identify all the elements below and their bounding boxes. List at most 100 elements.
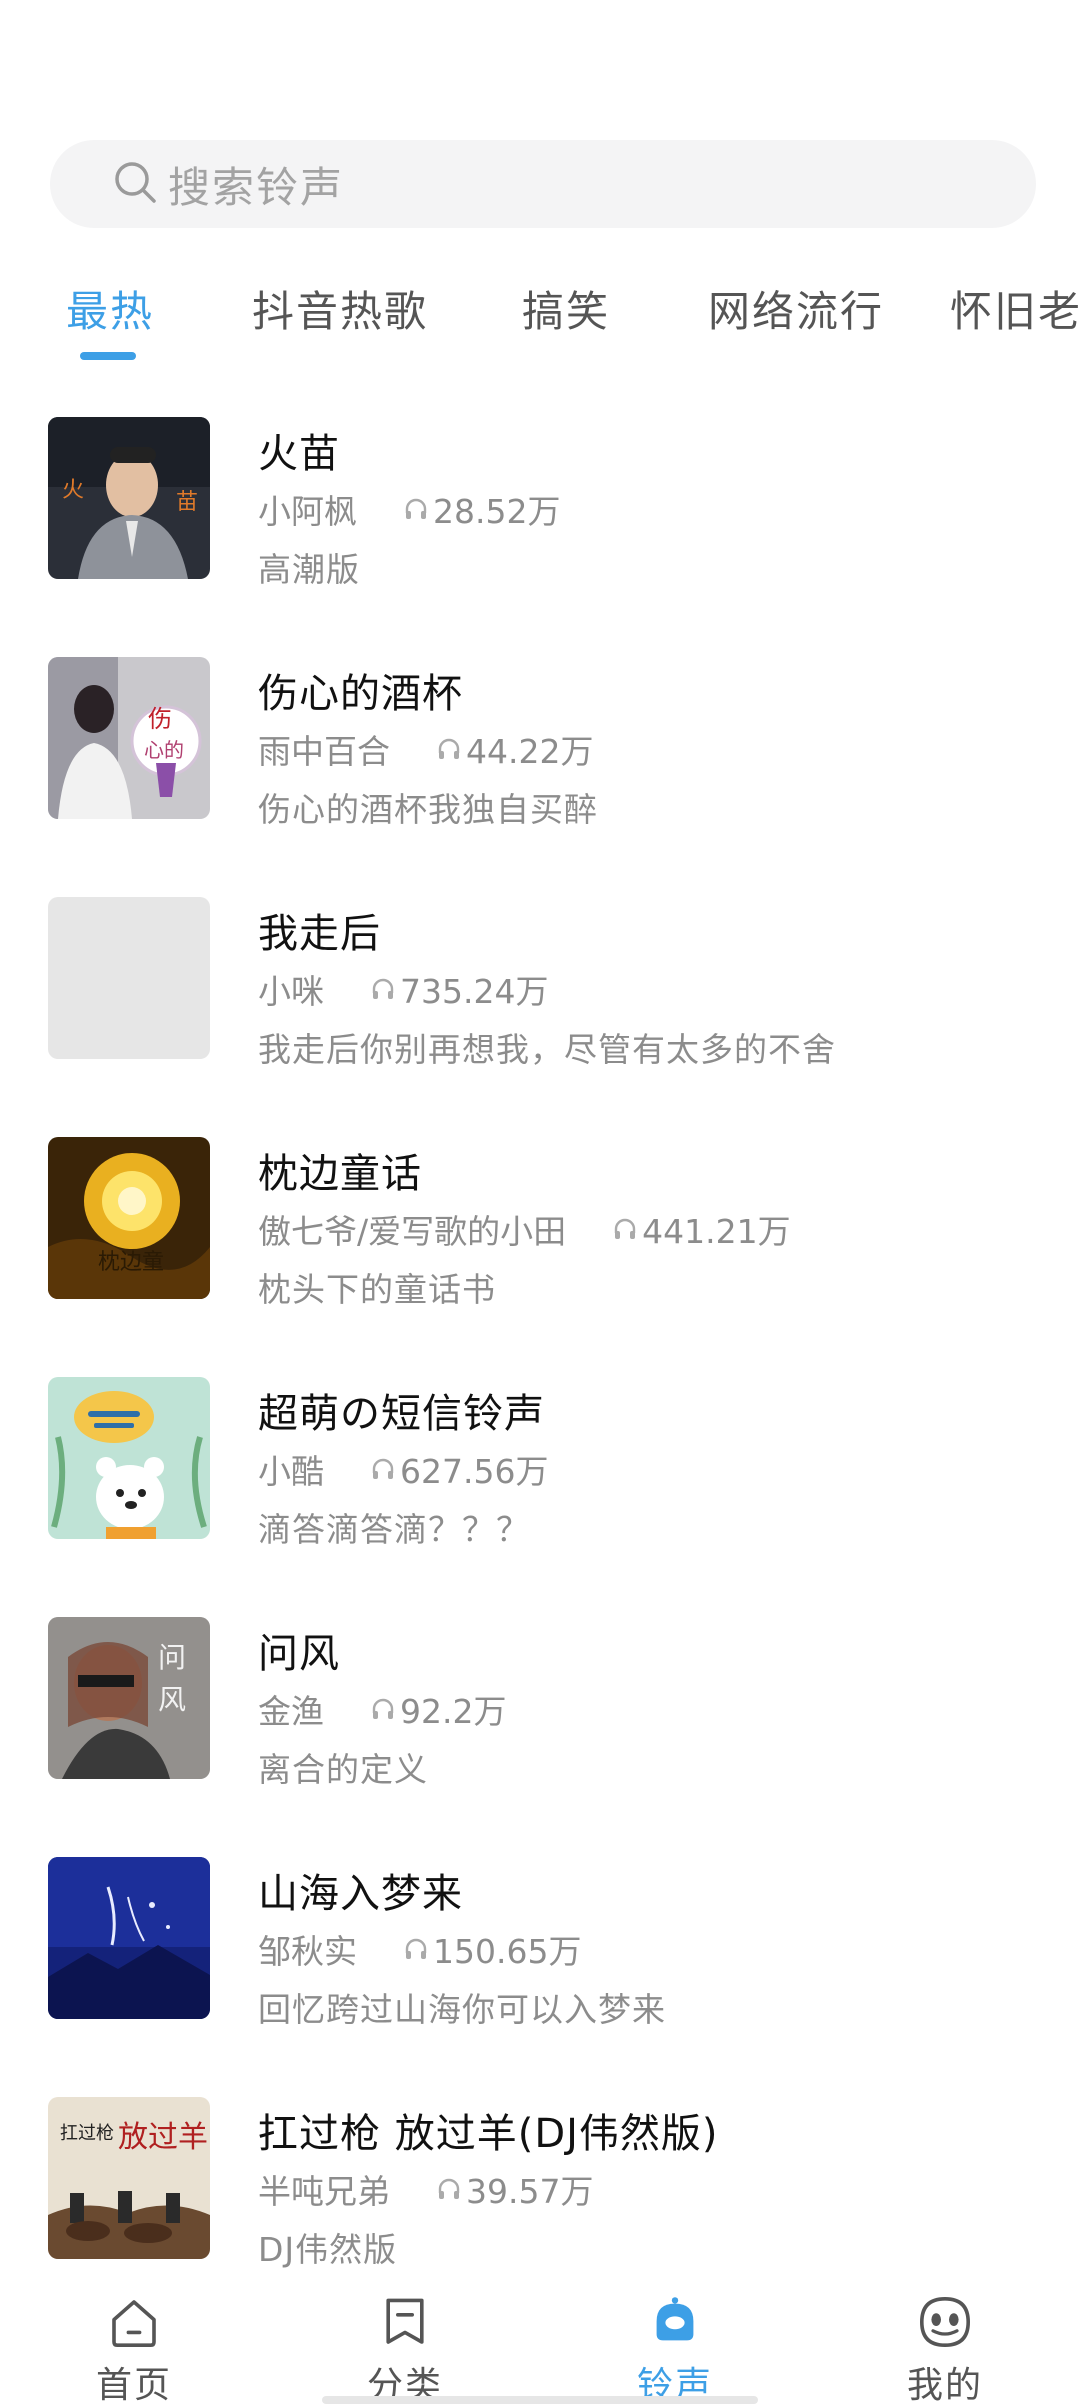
artist-name: 金渔 bbox=[258, 1692, 324, 1731]
play-count: 627.56万 bbox=[370, 1445, 548, 1493]
ringtone-list: 火苗 火苗 小阿枫 28.52万 高潮版 伤心的 伤心的酒杯 雨中百合 44.2… bbox=[0, 415, 1080, 2335]
ringtone-meta: 半吨兄弟 39.57万 bbox=[258, 2165, 593, 2213]
nav-home[interactable]: 首页 bbox=[44, 2272, 224, 2408]
headphones-icon bbox=[405, 498, 427, 519]
play-count-value: 441.21万 bbox=[642, 1212, 791, 1251]
face-icon bbox=[919, 2296, 971, 2348]
ringtone-meta: 小酷 627.56万 bbox=[258, 1445, 548, 1493]
ringtone-description: 回忆跨过山海你可以入梦来 bbox=[258, 1990, 666, 2029]
ringtone-item[interactable]: 火苗 火苗 小阿枫 28.52万 高潮版 bbox=[0, 415, 1080, 655]
ringtone-meta: 邹秋实 150.65万 bbox=[258, 1925, 581, 1973]
play-count: 44.22万 bbox=[436, 725, 593, 773]
ringtone-item[interactable]: 山海入梦来 邹秋实 150.65万 回忆跨过山海你可以入梦来 bbox=[0, 1855, 1080, 2095]
nav-ringtone[interactable]: 铃声 bbox=[585, 2272, 765, 2408]
artist-name: 邹秋实 bbox=[258, 1932, 357, 1971]
ringtone-item[interactable]: 枕边童 枕边童话 傲七爷/爱写歌的小田 441.21万 枕头下的童话书 bbox=[0, 1135, 1080, 1375]
cover-image: 火苗 bbox=[48, 417, 210, 579]
bookmark-icon bbox=[386, 2298, 424, 2344]
cover-image: 问风 bbox=[48, 1617, 210, 1779]
ringtone-title: 枕边童话 bbox=[258, 1151, 422, 1197]
artist-name: 雨中百合 bbox=[258, 732, 390, 771]
nav-category[interactable]: 分类 bbox=[315, 2272, 495, 2408]
cover-image: 枕边童 bbox=[48, 1137, 210, 1299]
cover-image: 伤心的 bbox=[48, 657, 210, 819]
home-icon bbox=[112, 2300, 156, 2347]
ringtone-title: 扛过枪 放过羊(DJ伟然版) bbox=[258, 2111, 719, 2157]
ringtone-title: 我走后 bbox=[258, 911, 381, 957]
ringtone-meta: 傲七爷/爱写歌的小田 441.21万 bbox=[258, 1205, 791, 1253]
headphones-icon bbox=[372, 1458, 394, 1479]
ringtone-item[interactable]: 超萌の短信铃声 小酷 627.56万 滴答滴答滴？？？ bbox=[0, 1375, 1080, 1615]
ringtone-title: 伤心的酒杯 bbox=[258, 671, 463, 717]
tab-hottest[interactable]: 最热 bbox=[66, 278, 154, 339]
play-count-value: 150.65万 bbox=[433, 1932, 582, 1971]
ringtone-item[interactable]: 伤心的 伤心的酒杯 雨中百合 44.22万 伤心的酒杯我独自买醉 bbox=[0, 655, 1080, 895]
ringtone-title: 火苗 bbox=[258, 431, 340, 477]
ringtone-meta: 小咪 735.24万 bbox=[258, 965, 548, 1013]
nav-mine[interactable]: 我的 bbox=[855, 2272, 1035, 2408]
cover-image-placeholder bbox=[48, 897, 210, 1059]
category-tabs: 最热 抖音热歌 搞笑 网络流行 怀旧老歌 bbox=[0, 270, 1080, 360]
tab-oldies[interactable]: 怀旧老歌 bbox=[950, 278, 1080, 339]
play-count-value: 44.22万 bbox=[466, 732, 594, 771]
svg-text:苗: 苗 bbox=[176, 490, 198, 515]
active-tab-indicator bbox=[80, 352, 136, 360]
cover-image bbox=[48, 1377, 210, 1539]
headphones-icon bbox=[614, 1218, 636, 1239]
play-count: 28.52万 bbox=[403, 485, 560, 533]
ringtone-meta: 雨中百合 44.22万 bbox=[258, 725, 593, 773]
artist-name: 小阿枫 bbox=[258, 492, 357, 531]
headphones-icon bbox=[372, 978, 394, 999]
headphones-icon bbox=[405, 1938, 427, 1959]
bell-icon bbox=[656, 2297, 694, 2341]
ringtone-title: 山海入梦来 bbox=[258, 1871, 463, 1917]
svg-text:枕边童: 枕边童 bbox=[98, 1250, 164, 1275]
ringtone-description: DJ伟然版 bbox=[258, 2230, 398, 2269]
play-count: 441.21万 bbox=[612, 1205, 791, 1253]
ringtone-description: 滴答滴答滴？？？ bbox=[258, 1510, 530, 1549]
artist-name: 傲七爷/爱写歌的小田 bbox=[258, 1212, 567, 1251]
search-placeholder: 搜索铃声 bbox=[168, 162, 345, 212]
cover-image bbox=[48, 1857, 210, 2019]
tab-internet-popular[interactable]: 网络流行 bbox=[708, 278, 884, 339]
ringtone-description: 我走后你别再想我，尽管有太多的不舍 bbox=[258, 1030, 836, 1069]
svg-text:心的: 心的 bbox=[144, 738, 184, 762]
play-count: 150.65万 bbox=[403, 1925, 581, 1973]
play-count: 735.24万 bbox=[370, 965, 548, 1013]
tab-douyin-hits[interactable]: 抖音热歌 bbox=[252, 278, 428, 339]
svg-text:扛过枪: 扛过枪 bbox=[60, 2123, 114, 2144]
ringtone-description: 高潮版 bbox=[258, 550, 360, 589]
cover-image: 扛过枪 放过羊 bbox=[48, 2097, 210, 2259]
artist-name: 小酷 bbox=[258, 1452, 324, 1491]
artist-name: 小咪 bbox=[258, 972, 324, 1011]
svg-text:火: 火 bbox=[62, 478, 84, 503]
play-count-value: 39.57万 bbox=[466, 2172, 594, 2211]
search-icon bbox=[112, 159, 168, 209]
ringtone-title: 问风 bbox=[258, 1631, 340, 1677]
play-count: 39.57万 bbox=[436, 2165, 593, 2213]
nav-home-label: 首页 bbox=[95, 2365, 172, 2406]
ringtone-meta: 小阿枫 28.52万 bbox=[258, 485, 560, 533]
headphones-icon bbox=[438, 2178, 460, 2199]
ringtone-item[interactable]: 我走后 小咪 735.24万 我走后你别再想我，尽管有太多的不舍 bbox=[0, 895, 1080, 1135]
home-indicator[interactable] bbox=[322, 2396, 758, 2404]
headphones-icon bbox=[372, 1698, 394, 1719]
svg-text:问: 问 bbox=[158, 1641, 186, 1674]
search-input[interactable]: 搜索铃声 bbox=[50, 140, 1036, 228]
artist-name: 半吨兄弟 bbox=[258, 2172, 390, 2211]
play-count-value: 627.56万 bbox=[400, 1452, 549, 1491]
tab-funny[interactable]: 搞笑 bbox=[522, 278, 610, 339]
play-count-value: 28.52万 bbox=[433, 492, 561, 531]
svg-text:风: 风 bbox=[158, 1683, 186, 1716]
ringtone-description: 枕头下的童话书 bbox=[258, 1270, 496, 1309]
bottom-navigation: 首页 分类 铃声 我的 bbox=[0, 2272, 1080, 2408]
ringtone-title: 超萌の短信铃声 bbox=[258, 1391, 545, 1437]
headphones-icon bbox=[438, 738, 460, 759]
play-count-value: 92.2万 bbox=[400, 1692, 507, 1731]
nav-mine-label: 我的 bbox=[906, 2365, 983, 2406]
play-count: 92.2万 bbox=[370, 1685, 506, 1733]
ringtone-item[interactable]: 问风 问风 金渔 92.2万 离合的定义 bbox=[0, 1615, 1080, 1855]
svg-text:放过羊: 放过羊 bbox=[118, 2120, 208, 2155]
ringtone-meta: 金渔 92.2万 bbox=[258, 1685, 506, 1733]
ringtone-description: 伤心的酒杯我独自买醉 bbox=[258, 790, 598, 829]
